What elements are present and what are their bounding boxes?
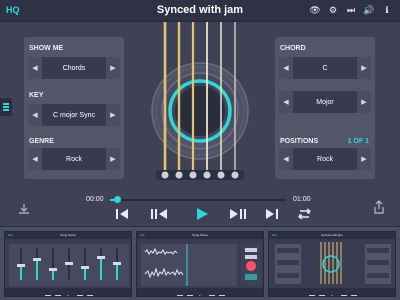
quality-next-button[interactable]: ▶ bbox=[357, 91, 371, 113]
thumbnail-transport bbox=[5, 288, 131, 296]
menu-icon bbox=[3, 103, 9, 105]
sound-icon[interactable]: 🔊 bbox=[362, 3, 376, 17]
loop-icon[interactable] bbox=[297, 208, 312, 220]
genre-selector: ◀ Rock ▶ bbox=[28, 148, 120, 170]
thumbnail-transport bbox=[137, 288, 263, 296]
right-settings-panel: CHORD ◀ C ▶ ◀ Mojor ▶ POSITIONS 1 OF 1 ◀… bbox=[275, 37, 375, 179]
show-me-value: Chords bbox=[62, 64, 86, 72]
positions-count: 1 OF 1 bbox=[347, 138, 369, 145]
positions-prev-button[interactable]: ◀ bbox=[279, 148, 293, 170]
mixer-sliders bbox=[9, 244, 129, 286]
top-bar: HQ Synced with jam 👁 ⚙ ⏭ 🔊 ℹ bbox=[0, 0, 400, 22]
skip-forward-icon[interactable] bbox=[266, 209, 278, 219]
chord-prev-button[interactable]: ◀ bbox=[279, 57, 293, 79]
side-menu-button[interactable] bbox=[0, 98, 12, 116]
thumbnail-title: Song Name bbox=[60, 233, 76, 237]
total-time: 01:00 bbox=[293, 196, 311, 203]
key-value: C mojor Sync bbox=[52, 111, 95, 119]
thumbnail-title: Synced with jam bbox=[321, 233, 343, 237]
positions-value: Rock bbox=[317, 155, 333, 163]
quality-prev-button[interactable]: ◀ bbox=[279, 91, 293, 113]
rewind-icon[interactable] bbox=[151, 209, 167, 219]
download-icon bbox=[19, 204, 29, 214]
skip-back-icon[interactable] bbox=[116, 209, 128, 219]
genre-value: Rock bbox=[66, 155, 82, 163]
key-label: KEY bbox=[29, 92, 44, 99]
thumbnail-chords[interactable]: HQ Synced with jam bbox=[268, 231, 396, 297]
chords-preview bbox=[275, 242, 391, 284]
play-icon[interactable] bbox=[197, 208, 208, 220]
download-button[interactable] bbox=[16, 201, 32, 217]
genre-label: GENRE bbox=[29, 138, 54, 145]
chord-selector: ◀ C ▶ bbox=[279, 57, 371, 79]
fast-forward-icon[interactable] bbox=[230, 209, 246, 219]
key-next-button[interactable]: ▶ bbox=[106, 104, 120, 126]
key-prev-button[interactable]: ◀ bbox=[28, 104, 42, 126]
gear-icon[interactable]: ⚙ bbox=[326, 3, 340, 17]
thumbnail-recorder[interactable]: HQ Song Name bbox=[136, 231, 264, 297]
chord-next-button[interactable]: ▶ bbox=[357, 57, 371, 79]
current-time: 00:00 bbox=[86, 196, 104, 203]
skip-icon[interactable]: ⏭ bbox=[344, 3, 358, 17]
menu-icon-line bbox=[3, 109, 9, 111]
chord-quality-value: Mojor bbox=[316, 98, 334, 106]
info-icon[interactable]: ℹ bbox=[380, 3, 394, 17]
positions-label: POSITIONS bbox=[280, 138, 319, 145]
seek-handle[interactable] bbox=[114, 196, 122, 203]
genre-prev-button[interactable]: ◀ bbox=[28, 148, 42, 170]
positions-selector: ◀ Rock ▶ bbox=[279, 148, 371, 170]
key-selector: ◀ C mojor Sync ▶ bbox=[28, 104, 120, 126]
waveform-view bbox=[141, 244, 261, 286]
left-settings-panel: SHOW ME ◀ Chords ▶ KEY ◀ C mojor Sync ▶ … bbox=[24, 37, 124, 179]
seek-track[interactable] bbox=[110, 199, 286, 201]
show-me-label: SHOW ME bbox=[29, 45, 64, 52]
eye-icon[interactable]: 👁 bbox=[308, 3, 322, 17]
share-icon bbox=[374, 200, 384, 214]
top-icon-group: 👁 ⚙ ⏭ 🔊 ℹ bbox=[308, 3, 394, 17]
mini-transport bbox=[177, 295, 225, 296]
chord-value: C bbox=[322, 64, 328, 72]
mini-transport bbox=[309, 295, 357, 296]
show-me-selector: ◀ Chords ▶ bbox=[28, 57, 120, 79]
chord-quality-selector: ◀ Mojor ▶ bbox=[279, 91, 371, 113]
show-me-prev-button[interactable]: ◀ bbox=[28, 57, 42, 79]
bridge bbox=[156, 170, 244, 180]
transport-controls bbox=[116, 208, 312, 220]
show-me-next-button[interactable]: ▶ bbox=[106, 57, 120, 79]
sound-hole bbox=[175, 86, 225, 136]
thumbnail-title: Song Name bbox=[192, 233, 208, 237]
share-button[interactable] bbox=[371, 199, 387, 215]
chord-label: CHORD bbox=[280, 45, 306, 52]
screen-thumbnails: HQ Song Name HQ Song Name HQ Synced with… bbox=[0, 226, 400, 300]
mini-transport bbox=[45, 295, 93, 296]
thumbnail-transport bbox=[269, 288, 395, 296]
thumbnail-mixer[interactable]: HQ Song Name bbox=[4, 231, 132, 297]
genre-next-button[interactable]: ▶ bbox=[106, 148, 120, 170]
menu-icon-line bbox=[3, 106, 9, 108]
guitar-illustration bbox=[142, 22, 258, 180]
positions-next-button[interactable]: ▶ bbox=[357, 148, 371, 170]
